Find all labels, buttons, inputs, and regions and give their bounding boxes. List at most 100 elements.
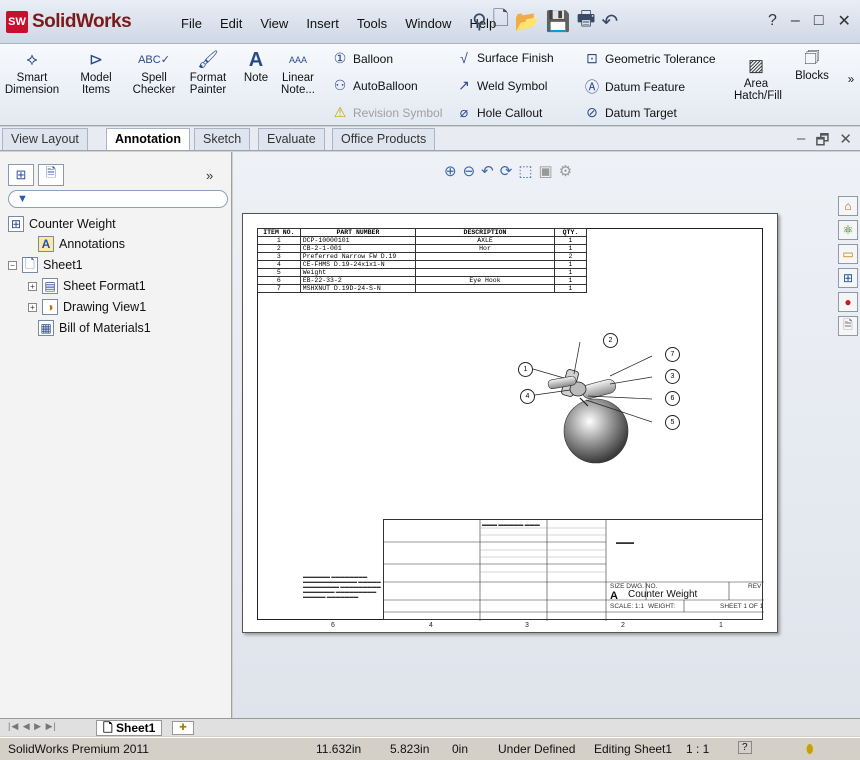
quick-access-toolbar: ⚲ 🗋 📂 💾 🖶 ↶ xyxy=(472,6,618,36)
add-sheet-icon[interactable]: ✚ xyxy=(172,721,194,735)
ribbon-expand-button[interactable]: » xyxy=(844,74,858,86)
geometric-tolerance-button[interactable]: ⊡ Geometric Tolerance xyxy=(584,50,715,67)
design-library-icon[interactable]: ⚛ xyxy=(838,220,858,240)
hole-callout-button[interactable]: ⌀ Hole Callout xyxy=(456,104,543,121)
zoom-to-fit-icon[interactable]: ⊕ xyxy=(444,162,457,180)
filter-icon: ▼ xyxy=(17,193,28,205)
rebuild-status-icon[interactable]: ⬮ xyxy=(806,742,814,757)
home-icon[interactable]: ⌂ xyxy=(838,196,858,216)
previous-view-icon[interactable]: ↶ xyxy=(481,162,494,180)
drawing-view-icon: ◑ xyxy=(42,299,58,315)
linear-note-button[interactable]: AAA Linear Note... xyxy=(274,50,322,96)
tab-office-products[interactable]: Office Products xyxy=(332,128,436,150)
expand-toggle[interactable]: + xyxy=(28,281,37,291)
custom-properties-icon[interactable]: 🗎 xyxy=(838,316,858,336)
drawing-icon: ⊞ xyxy=(8,216,24,232)
save-icon[interactable]: 💾 xyxy=(546,9,571,34)
tree-item-sheet1[interactable]: − 🗋 Sheet1 xyxy=(8,257,83,273)
surface-finish-button[interactable]: √ Surface Finish xyxy=(456,50,554,66)
menu-file[interactable]: File xyxy=(172,12,211,35)
feature-tree-filter[interactable]: ▼ xyxy=(8,190,228,208)
restore-button[interactable]: □ xyxy=(814,12,824,30)
datum-feature-button[interactable]: Ⓐ Datum Feature xyxy=(584,77,685,97)
feature-manager-tab-icon[interactable]: ⊞ xyxy=(8,164,34,186)
status-y-coordinate: 5.823in xyxy=(390,742,430,756)
sheet-navigation-arrows[interactable]: |◀ ◀ ▶ ▶| xyxy=(8,721,57,732)
collapse-panel-button[interactable]: » xyxy=(206,168,213,183)
view-palette-icon[interactable]: ⊞ xyxy=(838,268,858,288)
title-block-label: ▬▬▬ xyxy=(616,540,634,546)
weight-label: WEIGHT: xyxy=(648,603,676,610)
open-icon[interactable]: 📂 xyxy=(515,9,540,34)
tree-item-sheet-format1[interactable]: + ▤ Sheet Format1 xyxy=(28,278,146,294)
format-painter-button[interactable]: 🖌 Format Painter xyxy=(186,50,230,96)
bill-of-materials-table[interactable]: ITEM NO. PART NUMBER DESCRIPTION QTY. 1D… xyxy=(257,228,588,293)
file-explorer-icon[interactable]: ▭ xyxy=(838,244,858,264)
balloon-6[interactable]: 6 xyxy=(665,391,680,406)
command-manager-ribbon: ⟡ Smart Dimension ⊳ Model Items ABC✓ Spe… xyxy=(0,44,860,126)
table-row: 6 EB-22-33-2 Eye Hook 1 xyxy=(257,276,588,285)
note-button[interactable]: A Note xyxy=(240,50,272,84)
expand-toggle[interactable]: + xyxy=(28,302,37,312)
area-hatch-icon: ▨ xyxy=(747,56,765,75)
weld-symbol-button[interactable]: ↗ Weld Symbol xyxy=(456,77,547,94)
zone-marker: 4 xyxy=(429,622,433,629)
datum-target-button[interactable]: ⊘ Datum Target xyxy=(584,104,677,121)
property-manager-tab-icon[interactable]: 🗎 xyxy=(38,164,64,186)
balloon-7[interactable]: 7 xyxy=(665,347,680,362)
menu-view[interactable]: View xyxy=(251,12,297,35)
help-button[interactable]: ? xyxy=(768,12,777,30)
area-hatch-button[interactable]: ▨ Area Hatch/Fill xyxy=(734,56,782,102)
hide-show-items-icon[interactable]: ⚙ xyxy=(559,162,572,180)
tree-item-drawing-view1[interactable]: + ◑ Drawing View1 xyxy=(28,299,146,315)
balloon-3[interactable]: 3 xyxy=(665,369,680,384)
zone-marker: 2 xyxy=(621,622,625,629)
rebuild-icon[interactable]: ⟳ xyxy=(500,162,513,180)
view-orientation-icon[interactable]: ⬚ xyxy=(518,162,532,180)
blocks-button[interactable]: 🗇 Blocks xyxy=(792,48,832,82)
menu-bar: File Edit View Insert Tools Window Help xyxy=(172,12,505,35)
collapse-toggle[interactable]: − xyxy=(8,260,17,270)
smart-dimension-button[interactable]: ⟡ Smart Dimension xyxy=(4,50,60,96)
autoballoon-button[interactable]: ⚇ AutoBalloon xyxy=(332,77,418,94)
sheet-format-icon: ▤ xyxy=(42,278,58,294)
menu-tools[interactable]: Tools xyxy=(348,12,396,35)
spell-checker-button[interactable]: ABC✓ Spell Checker xyxy=(132,50,176,96)
close-button[interactable]: ✕ xyxy=(837,11,850,31)
task-pane-tabs: ⌂ ⚛ ▭ ⊞ ● 🗎 xyxy=(838,196,858,336)
title-block[interactable]: ▬▬▬ ▬▬▬▬▬ ▬▬▬ ▬▬▬ SIZE DWG. NO. REV A Co… xyxy=(383,519,764,621)
balloon-4[interactable]: 4 xyxy=(520,389,535,404)
tree-item-bill-of-materials1[interactable]: ▦ Bill of Materials1 xyxy=(38,320,151,336)
drawing-title[interactable]: Counter Weight xyxy=(628,589,697,600)
tab-view-layout[interactable]: View Layout xyxy=(2,128,88,150)
new-document-icon[interactable]: 🗋 xyxy=(493,4,509,38)
tree-item-counter-weight[interactable]: ⊞ Counter Weight xyxy=(8,216,116,232)
app-name: SolidWorks xyxy=(32,11,132,32)
table-row: 5 Weight 1 xyxy=(257,268,588,277)
undo-icon[interactable]: ↶ xyxy=(601,9,618,34)
balloon-button[interactable]: ① Balloon xyxy=(332,50,393,67)
menu-insert[interactable]: Insert xyxy=(297,12,348,35)
quick-tips-icon[interactable]: ? xyxy=(738,741,752,754)
appearances-icon[interactable]: ● xyxy=(838,292,858,312)
display-style-icon[interactable]: ▣ xyxy=(539,162,553,180)
model-items-button[interactable]: ⊳ Model Items xyxy=(76,50,116,96)
menu-edit[interactable]: Edit xyxy=(211,12,251,35)
tab-evaluate[interactable]: Evaluate xyxy=(258,128,325,150)
sheet-tab-sheet1[interactable]: 🗋 Sheet1 xyxy=(96,720,163,736)
pushpin-icon[interactable]: ⚲ xyxy=(472,9,487,34)
solidworks-logo[interactable]: SW SolidWorks xyxy=(6,8,132,36)
minimize-button[interactable]: – xyxy=(791,12,800,30)
zoom-to-area-icon[interactable]: ⊖ xyxy=(463,162,476,180)
print-icon[interactable]: 🖶 xyxy=(577,4,596,38)
revision-symbol-button[interactable]: ⚠ Revision Symbol xyxy=(332,104,443,121)
balloon-2[interactable]: 2 xyxy=(603,333,618,348)
drawing-sheet[interactable]: ITEM NO. PART NUMBER DESCRIPTION QTY. 1D… xyxy=(242,213,778,633)
menu-window[interactable]: Window xyxy=(396,12,460,35)
balloon-1[interactable]: 1 xyxy=(518,362,533,377)
tab-sketch[interactable]: Sketch xyxy=(194,128,251,150)
status-scale[interactable]: 1 : 1 xyxy=(686,742,709,756)
tab-annotation[interactable]: Annotation xyxy=(106,128,190,150)
balloon-5[interactable]: 5 xyxy=(665,415,680,430)
tree-item-annotations[interactable]: A Annotations xyxy=(38,236,125,252)
